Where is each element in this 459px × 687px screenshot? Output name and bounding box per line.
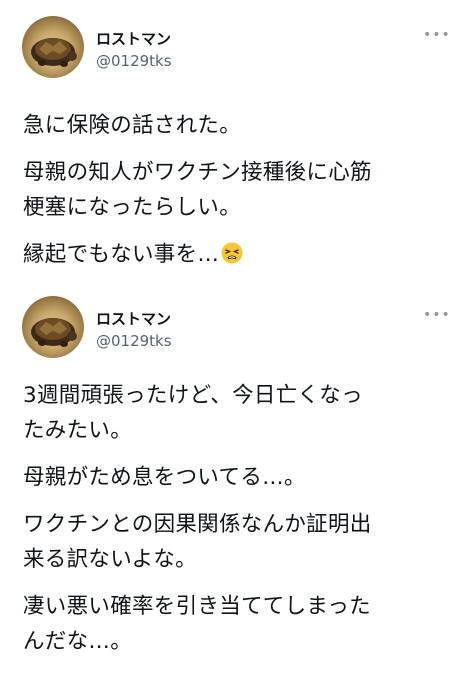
tweet-text: 3週間頑張ったけど、今日亡くなっ たみたい。 母親がため息をついてる…。 ワクチ… [23,378,448,671]
more-horizontal-icon[interactable]: ••• [423,308,450,322]
tweet-paragraph: 3週間頑張ったけど、今日亡くなっ たみたい。 [23,383,363,443]
more-horizontal-icon[interactable]: ••• [423,28,450,42]
avatar[interactable] [22,296,84,358]
tweet-paragraph: 母親がため息をついてる…。 [23,465,306,490]
tweet-paragraph-with-emoji: 縁起でもない事を… [23,237,448,272]
tweet-1[interactable]: ロストマン @0129tks ••• 急に保険の話された。 母親の知人がワクチン… [0,12,459,288]
author-handle[interactable]: @0129tks [96,332,172,350]
tired-face-emoji [221,242,243,264]
tweet-paragraph: 凄い悪い確率を引き当ててしまった んだな…。 [23,594,371,654]
author-name[interactable]: ロストマン [96,308,171,329]
avatar[interactable] [22,16,84,78]
author-handle[interactable]: @0129tks [96,52,172,70]
avatar-tortoise-image [31,38,77,67]
tweet-text: 急に保険の話された。 母親の知人がワクチン接種後に心筋 梗塞になったらしい。 縁… [23,108,448,284]
tweet-paragraph: 急に保険の話された。 [23,113,242,138]
author-name[interactable]: ロストマン [96,28,171,49]
tweet-paragraph: 縁起でもない事を… [23,242,220,267]
tweet-2[interactable]: ロストマン @0129tks ••• 3週間頑張ったけど、今日亡くなっ たみたい… [0,292,459,687]
tweet-paragraph: 母親の知人がワクチン接種後に心筋 梗塞になったらしい。 [23,160,372,220]
tweet-paragraph: ワクチンとの因果関係なんか証明出 来る訳ないよな。 [23,512,372,572]
tweet-screenshot: ロストマン @0129tks ••• 急に保険の話された。 母親の知人がワクチン… [0,0,459,687]
avatar-tortoise-image [31,318,77,347]
